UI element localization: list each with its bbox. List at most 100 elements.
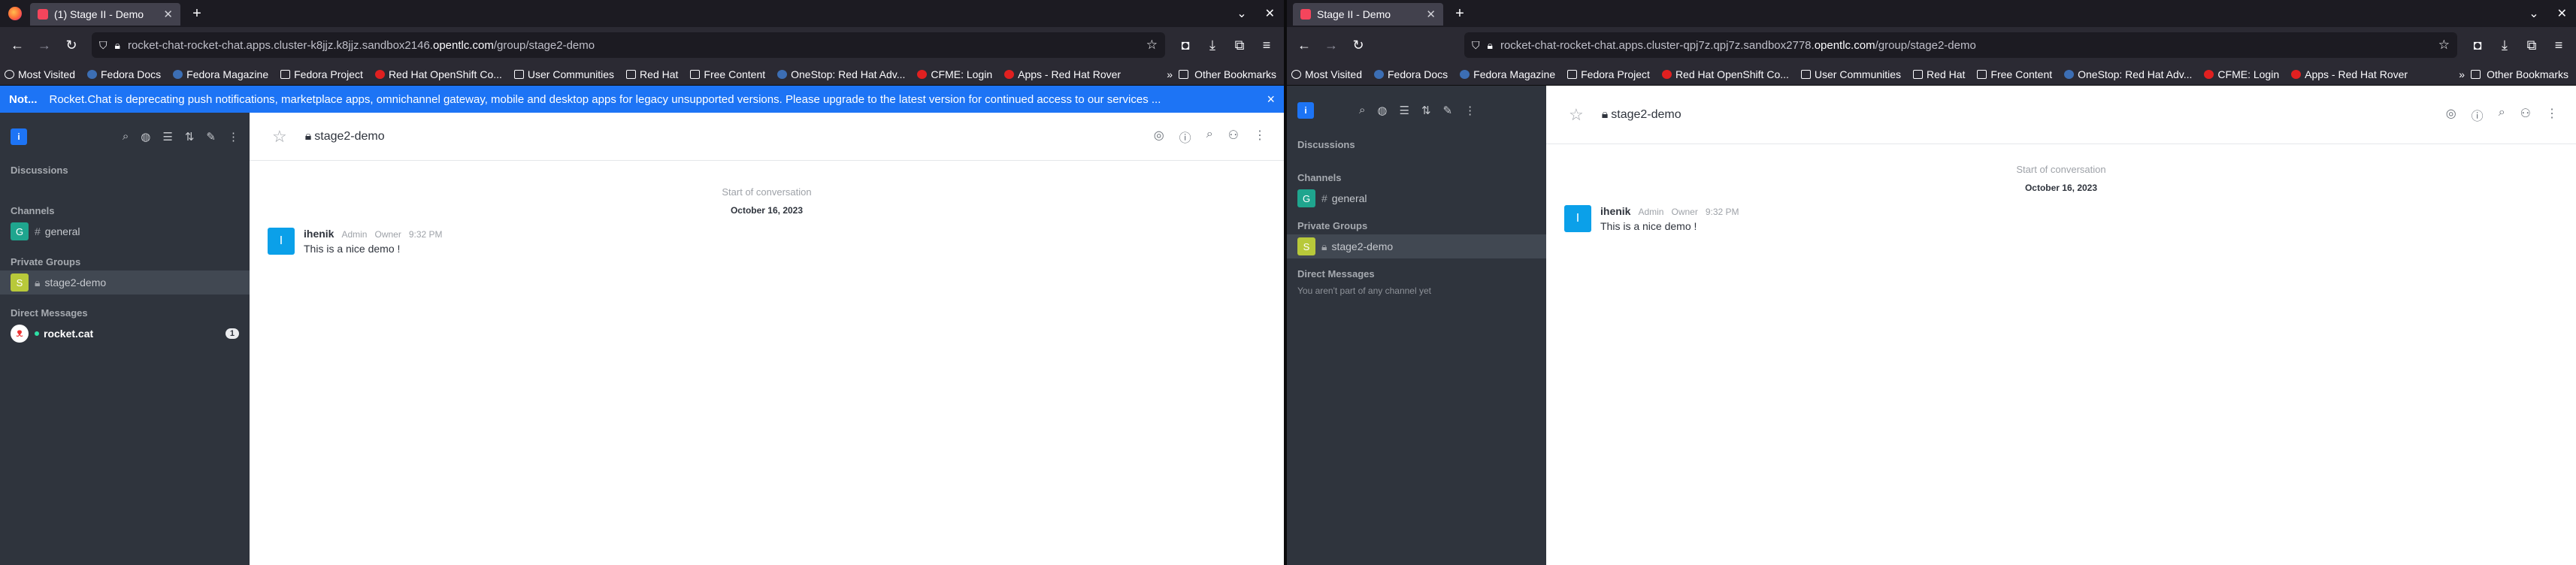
user-avatar[interactable]: i xyxy=(1297,102,1314,119)
favorite-star-icon[interactable]: ☆ xyxy=(1569,105,1584,125)
sidebar-item-rocket-cat[interactable]: ᴥ rocket.cat 1 xyxy=(0,322,250,346)
other-bookmarks[interactable]: » Other Bookmarks xyxy=(1159,63,1284,85)
bookmark-item[interactable]: Red Hat OpenShift Co... xyxy=(374,68,502,80)
announcement-banner[interactable]: Not... Rocket.Chat is deprecating push n… xyxy=(0,86,1284,113)
bookmark-item[interactable]: Red Hat OpenShift Co... xyxy=(1661,68,1789,80)
url-bar[interactable]: ⛉ 🔒︎ rocket-chat-rocket-chat.apps.cluste… xyxy=(92,32,1165,58)
downloads-icon[interactable]: ⤓ xyxy=(2493,34,2516,56)
bookmark-item[interactable]: Fedora Magazine xyxy=(173,68,268,80)
edit-icon[interactable]: ✎ xyxy=(1443,104,1453,117)
sidebar-item-stage2-demo[interactable]: S 🔒︎ stage2-demo xyxy=(0,270,250,295)
bookmark-star-icon[interactable]: ☆ xyxy=(1146,38,1158,53)
message-avatar[interactable]: I xyxy=(268,228,295,255)
search-icon[interactable]: ⌕ xyxy=(123,130,129,144)
sidebar-item-discussions[interactable]: Discussions xyxy=(1287,135,1546,153)
kebab-icon[interactable]: ⋮ xyxy=(228,130,239,144)
forward-icon[interactable]: → xyxy=(33,34,56,56)
kebab-icon[interactable]: ⋮ xyxy=(1254,128,1266,146)
search-icon[interactable]: ⌕ xyxy=(1206,128,1213,146)
bookmark-folder[interactable]: Fedora Project xyxy=(1567,68,1650,80)
pocket-icon[interactable]: ◘ xyxy=(1174,34,1197,56)
forward-icon[interactable]: → xyxy=(1320,34,1342,56)
new-tab-button[interactable]: + xyxy=(1448,5,1472,23)
search-icon[interactable]: ⌕ xyxy=(2499,106,2505,124)
bookmark-folder[interactable]: Free Content xyxy=(690,68,765,80)
bookmark-item[interactable]: Fedora Docs xyxy=(87,68,161,80)
shield-icon[interactable]: ⛉ xyxy=(1472,39,1480,52)
banner-close-button[interactable]: × xyxy=(1267,92,1275,107)
bookmark-folder[interactable]: Red Hat xyxy=(626,68,678,80)
extensions-icon[interactable]: ⧉ xyxy=(2520,34,2543,56)
bookmark-item[interactable]: Most Visited xyxy=(5,68,75,80)
kebab-icon[interactable]: ⋮ xyxy=(1464,104,1476,117)
close-window-icon[interactable]: ✕ xyxy=(2557,6,2567,21)
menu-icon[interactable]: ≡ xyxy=(1255,34,1278,56)
favorite-star-icon[interactable]: ☆ xyxy=(272,127,287,147)
message[interactable]: I ihenik Admin Owner 9:32 PM This is a n… xyxy=(1546,193,2576,232)
directory-icon[interactable]: ◍ xyxy=(1377,104,1387,117)
close-window-icon[interactable]: ✕ xyxy=(1265,6,1275,21)
sidebar: i ⌕ ◍ ☰ ⇅ ✎ ⋮ Discussions Channels G # g… xyxy=(0,113,250,565)
message-avatar[interactable]: I xyxy=(1564,205,1591,232)
info-icon[interactable]: ⓘ xyxy=(2472,106,2484,124)
sort-icon[interactable]: ⇅ xyxy=(1421,104,1431,117)
downloads-icon[interactable]: ⤓ xyxy=(1201,34,1224,56)
display-icon[interactable]: ☰ xyxy=(1400,104,1409,117)
message-username[interactable]: ihenik xyxy=(1600,205,1630,217)
url-bar[interactable]: ⛉ 🔒︎ rocket-chat-rocket-chat.apps.cluste… xyxy=(1464,32,2457,58)
firefox-menu[interactable] xyxy=(0,0,30,27)
bookmark-item[interactable]: Fedora Magazine xyxy=(1460,68,1555,80)
bookmark-item[interactable]: Fedora Docs xyxy=(1374,68,1448,80)
bookmark-item[interactable]: CFME: Login xyxy=(2204,68,2279,80)
other-bookmarks[interactable]: » Other Bookmarks xyxy=(2451,63,2576,85)
bookmark-item[interactable]: OneStop: Red Hat Adv... xyxy=(2064,68,2192,80)
bookmark-item[interactable]: Apps - Red Hat Rover xyxy=(1004,68,1121,80)
browser-tab[interactable]: (1) Stage II - Demo ✕ xyxy=(30,3,180,26)
browser-tab[interactable]: Stage II - Demo ✕ xyxy=(1293,3,1443,26)
list-tabs-icon[interactable]: ⌄ xyxy=(2529,6,2538,21)
sidebar-item-general[interactable]: G # general xyxy=(0,219,250,243)
sort-icon[interactable]: ⇅ xyxy=(185,130,195,144)
bookmark-folder[interactable]: Free Content xyxy=(1977,68,2052,80)
thread-icon[interactable]: ◎ xyxy=(2446,106,2456,124)
bookmark-folder[interactable]: User Communities xyxy=(1800,68,1901,80)
bookmark-item[interactable]: Apps - Red Hat Rover xyxy=(2291,68,2408,80)
new-tab-button[interactable]: + xyxy=(185,5,209,23)
reload-icon[interactable]: ↻ xyxy=(60,34,83,56)
lock-icon[interactable]: 🔒︎ xyxy=(1488,39,1493,52)
edit-icon[interactable]: ✎ xyxy=(206,130,216,144)
sidebar-item-discussions[interactable]: Discussions xyxy=(0,161,250,179)
sidebar-item-stage2-demo[interactable]: S 🔒︎ stage2-demo xyxy=(1287,234,1546,258)
message[interactable]: I ihenik Admin Owner 9:32 PM This is a n… xyxy=(250,216,1284,255)
search-icon[interactable]: ⌕ xyxy=(1359,104,1365,117)
bookmark-folder[interactable]: User Communities xyxy=(513,68,614,80)
folder-icon xyxy=(1179,70,1189,79)
bookmark-item[interactable]: CFME: Login xyxy=(917,68,992,80)
members-icon[interactable]: ⚇ xyxy=(1228,128,1239,146)
close-tab-icon[interactable]: ✕ xyxy=(1426,8,1436,21)
members-icon[interactable]: ⚇ xyxy=(2520,106,2531,124)
menu-icon[interactable]: ≡ xyxy=(2547,34,2570,56)
display-icon[interactable]: ☰ xyxy=(162,130,172,144)
info-icon[interactable]: ⓘ xyxy=(1179,128,1191,146)
thread-icon[interactable]: ◎ xyxy=(1154,128,1164,146)
pocket-icon[interactable]: ◘ xyxy=(2466,34,2489,56)
shield-icon[interactable]: ⛉ xyxy=(99,39,107,52)
back-icon[interactable]: ← xyxy=(1293,34,1315,56)
list-tabs-icon[interactable]: ⌄ xyxy=(1237,6,1246,21)
kebab-icon[interactable]: ⋮ xyxy=(2546,106,2558,124)
user-avatar[interactable]: i xyxy=(11,128,27,145)
back-icon[interactable]: ← xyxy=(6,34,29,56)
close-tab-icon[interactable]: ✕ xyxy=(163,8,173,21)
bookmark-folder[interactable]: Red Hat xyxy=(1913,68,1965,80)
bookmark-folder[interactable]: Fedora Project xyxy=(280,68,363,80)
bookmark-star-icon[interactable]: ☆ xyxy=(2438,38,2450,53)
lock-icon[interactable]: 🔒︎ xyxy=(115,39,120,52)
bookmark-item[interactable]: OneStop: Red Hat Adv... xyxy=(777,68,905,80)
directory-icon[interactable]: ◍ xyxy=(141,130,150,144)
extensions-icon[interactable]: ⧉ xyxy=(1228,34,1251,56)
message-username[interactable]: ihenik xyxy=(304,228,334,240)
sidebar-item-general[interactable]: G # general xyxy=(1287,186,1546,210)
reload-icon[interactable]: ↻ xyxy=(1347,34,1370,56)
bookmark-item[interactable]: Most Visited xyxy=(1291,68,1362,80)
